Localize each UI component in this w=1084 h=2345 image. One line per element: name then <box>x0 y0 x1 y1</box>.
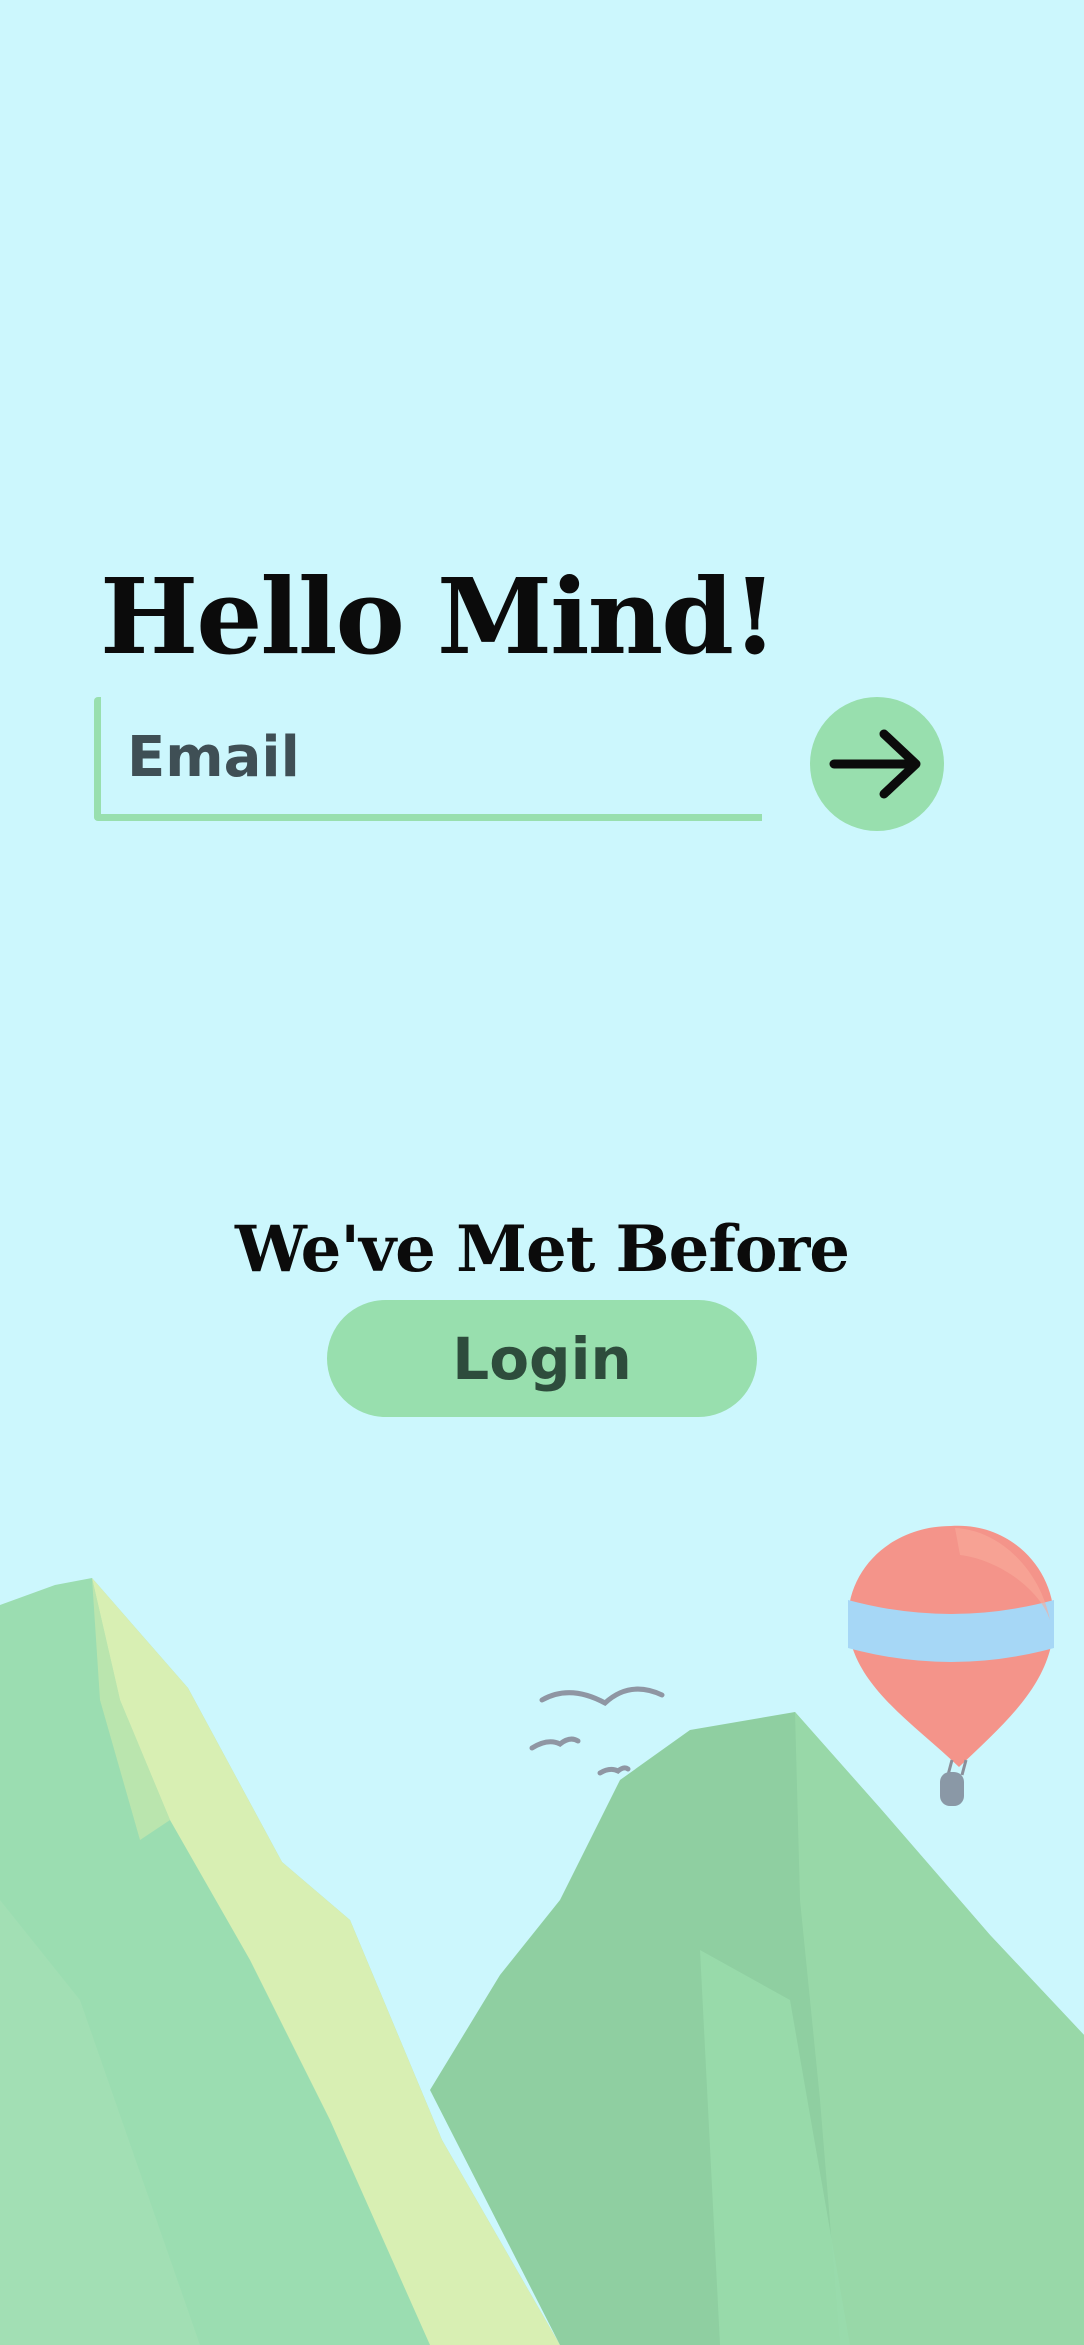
arrow-right-icon <box>829 729 921 799</box>
returning-user-heading: We've Met Before <box>234 1212 850 1287</box>
mountain-right <box>430 1712 1084 2345</box>
onboarding-screen: Hello Mind! We've Met Before Login <box>0 0 1084 2345</box>
submit-email-button[interactable] <box>810 697 944 831</box>
page-title: Hello Mind! <box>100 555 778 678</box>
hot-air-balloon-icon <box>848 1525 1054 1806</box>
email-field-container <box>94 697 762 821</box>
email-field[interactable] <box>127 717 727 797</box>
mountain-illustration <box>0 1525 1084 2345</box>
birds-icon <box>529 1686 665 1776</box>
mountain-left <box>0 1578 560 2345</box>
login-button[interactable]: Login <box>327 1300 757 1417</box>
